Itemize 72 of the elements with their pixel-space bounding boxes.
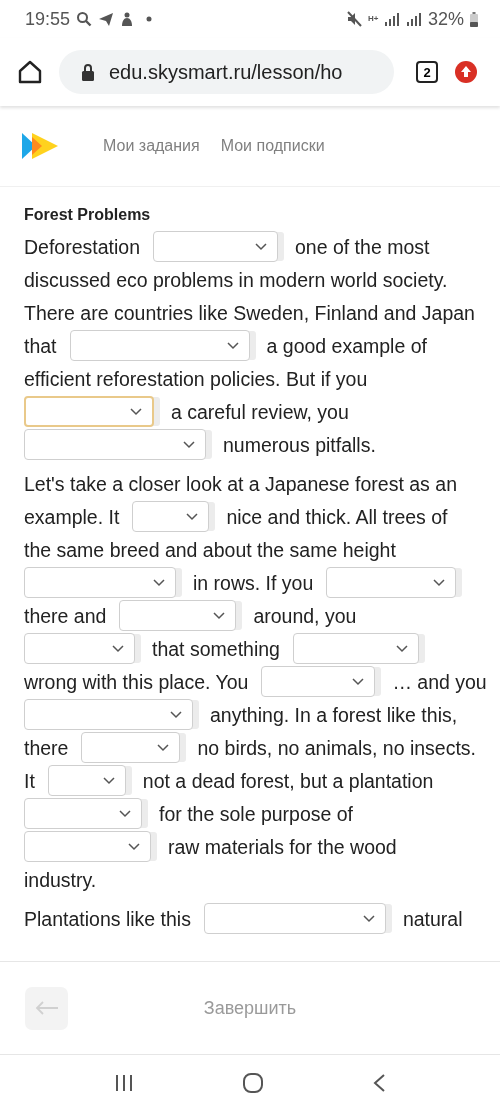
lesson-text: the same breed and about the same height [24,537,396,562]
home-icon[interactable] [17,59,43,85]
tab-count-button[interactable]: 2 [416,61,438,83]
network-type: H+ [367,15,378,23]
lesson-text: numerous pitfalls. [223,432,376,457]
url-text: edu.skysmart.ru/lesson/ho [109,60,343,84]
chevron-down-icon [119,809,131,818]
chevron-down-icon [395,644,408,653]
signal-icon [383,12,400,26]
lesson-text: There are countries like Sweden, Finland and Japan [24,300,475,325]
lesson-text: wrong with this place. You [24,669,249,694]
lesson-text: Plantations like this [24,906,191,931]
paper-plane-icon [98,11,115,27]
lesson-text: not a dead forest, but a plantation [142,768,434,793]
lesson-title: Forest Problems [24,206,152,224]
search-icon [76,11,93,27]
lesson-text: a good example of [266,333,427,358]
lesson-text: example. It [24,504,120,529]
lock-icon [81,63,95,81]
dot-icon [146,16,153,22]
muted-speaker-icon [345,11,362,27]
signal-icon [405,12,422,26]
lesson-text: in rows. If you [193,570,314,595]
chevron-down-icon [112,644,124,653]
logo-icon[interactable] [20,131,60,161]
lesson-text: that [24,333,57,358]
nav-link[interactable]: Мои подписки [220,137,325,155]
chevron-down-icon [102,776,115,785]
lesson-text: industry. [24,867,97,892]
lesson-text: raw materials for the wood [168,834,397,859]
back-button[interactable] [25,986,68,1030]
lesson-text: that something [152,636,280,661]
lesson-text: Let's take a closer look at a Japanese forest as an [24,471,457,496]
lesson-text: around, you [253,603,357,628]
lesson-text: there and [24,603,107,628]
chevron-down-icon [157,743,170,752]
chevron-down-icon [170,710,182,719]
chevron-down-icon [226,341,239,350]
lesson-text: no birds, no animals, no insects. [197,735,476,760]
chevron-down-icon [153,578,165,587]
finish-button[interactable]: Завершить [197,996,303,1020]
battery-percent: 32% [427,8,464,30]
chevron-down-icon [186,512,199,521]
chevron-down-icon [130,407,142,416]
recent-apps-icon[interactable] [114,1074,134,1092]
address-field[interactable]: edu.skysmart.ru/lesson/ho [59,50,394,94]
figure-icon [120,11,135,27]
lesson-text: there [24,735,69,760]
chevron-down-icon [352,677,365,686]
upload-icon[interactable] [454,60,478,84]
lesson-text: anything. In a forest like this, [210,702,458,727]
nav-link[interactable]: Мои задания [103,137,200,155]
lesson-text: natural [402,906,463,931]
lesson-text: … and you [392,669,487,694]
chevron-down-icon [128,842,140,851]
chevron-down-icon [183,440,195,449]
back-icon[interactable] [372,1073,386,1093]
clock-time: 19:55 [25,8,71,30]
battery-icon [470,11,478,27]
arrow-left-icon [34,1000,59,1016]
chevron-down-icon [213,611,226,620]
lesson-text: for the sole purpose of [159,801,354,826]
chevron-down-icon [255,242,267,251]
chevron-down-icon [362,914,375,923]
lesson-text: It [24,768,35,793]
lesson-text: Deforestation [24,234,140,259]
lesson-text: nice and thick. All trees of [226,504,448,529]
lesson-text: a careful review, you [171,399,349,424]
lesson-text: one of the most [295,234,430,259]
lesson-text: discussed eco problems in modern world society. [24,267,448,292]
lesson-text: efficient reforestation policies. But if you [24,366,368,391]
chevron-down-icon [433,578,446,587]
